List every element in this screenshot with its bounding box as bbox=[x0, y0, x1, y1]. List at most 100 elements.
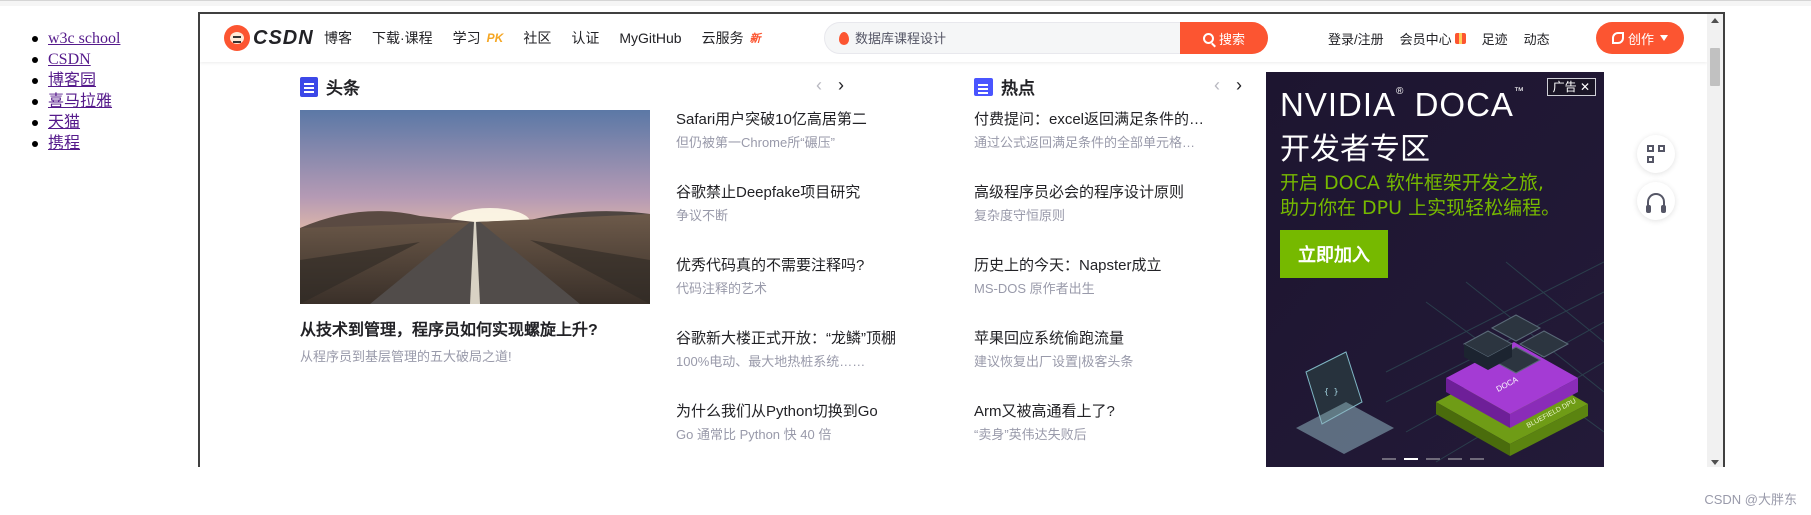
hot-item-subtitle: 建议恢复出厂设置|极客头条 bbox=[974, 354, 1134, 369]
hot-item-subtitle: “卖身”英伟达失败后 bbox=[974, 427, 1087, 442]
link-cnblogs[interactable]: 博客园 bbox=[48, 72, 96, 89]
csdn-toolbar: CSDN 博客 下载·课程 学习 PK 社区 认证 MyGitHub 云服务新 搜… bbox=[200, 14, 1707, 62]
ad-label[interactable]: 广告 ✕ bbox=[1546, 78, 1596, 96]
hero-title[interactable]: 从技术到管理，程序员如何实现螺旋上升? bbox=[300, 316, 598, 340]
main-nav: 博客 下载·课程 学习 PK 社区 认证 MyGitHub 云服务新 bbox=[324, 14, 781, 62]
link-csdn[interactable]: CSDN bbox=[48, 51, 91, 68]
link-w3c-school[interactable]: w3c school bbox=[48, 30, 120, 47]
hot-item[interactable]: Arm又被高通看上了? “卖身”英伟达失败后 bbox=[974, 402, 1222, 443]
headset-icon bbox=[1646, 193, 1666, 213]
hot-item[interactable]: 高级程序员必会的程序设计原则 复杂度守恒原则 bbox=[974, 183, 1222, 224]
nav-item-download-course[interactable]: 下载·课程 bbox=[372, 28, 433, 48]
nav-item-cloud[interactable]: 云服务新 bbox=[702, 28, 761, 48]
headline-item-subtitle: 代码注释的艺术 bbox=[676, 281, 768, 296]
outer-list-item: w3c school bbox=[30, 28, 120, 49]
qrcode-button[interactable] bbox=[1637, 135, 1675, 173]
chevron-left-icon[interactable]: ‹ bbox=[1206, 76, 1228, 94]
hot-item-title: Arm又被高通看上了? bbox=[974, 403, 1115, 420]
link-ctrip[interactable]: 携程 bbox=[48, 135, 80, 152]
carousel-dot[interactable] bbox=[1426, 458, 1440, 460]
chevron-left-icon[interactable]: ‹ bbox=[808, 76, 830, 94]
nav-item-community[interactable]: 社区 bbox=[523, 28, 551, 48]
hot-item[interactable]: 苹果回应系统偷跑流量 建议恢复出厂设置|极客头条 bbox=[974, 329, 1222, 370]
chevron-right-icon[interactable]: › bbox=[1228, 76, 1250, 94]
headline-item-subtitle: 100%电动、最大地热桩系统…… bbox=[676, 354, 866, 369]
carousel-dot[interactable] bbox=[1448, 458, 1462, 460]
csdn-logo[interactable]: CSDN bbox=[224, 25, 314, 51]
vertical-scrollbar[interactable] bbox=[1707, 14, 1723, 467]
vip-center-link[interactable]: 会员中心 bbox=[1400, 29, 1466, 48]
headline-item-subtitle: 但仍被第一Chrome所“碾压” bbox=[676, 135, 835, 150]
search-icon bbox=[1202, 32, 1214, 44]
nav-item-certification[interactable]: 认证 bbox=[571, 28, 599, 48]
chevron-right-icon[interactable]: › bbox=[830, 76, 852, 94]
link-ximalaya[interactable]: 喜马拉雅 bbox=[48, 93, 112, 110]
ad-zone-title: 开发者专区 bbox=[1280, 132, 1430, 167]
headline-item-subtitle: 争议不断 bbox=[676, 208, 729, 223]
gift-icon bbox=[1454, 32, 1466, 44]
ad-product-name: DOCA bbox=[1414, 86, 1514, 123]
scroll-up-icon[interactable] bbox=[1711, 18, 1719, 23]
search-input[interactable] bbox=[855, 23, 1175, 53]
hero-image-road[interactable] bbox=[300, 110, 650, 304]
login-register-label: 登录/注册 bbox=[1328, 31, 1384, 47]
hot-item-subtitle: 通过公式返回满足条件的全部单元格… bbox=[974, 135, 1196, 150]
headline-item[interactable]: 为什么我们从Python切换到Go Go 通常比 Python 快 40 倍 bbox=[676, 402, 936, 443]
ad-brand-mark: ® bbox=[1396, 86, 1405, 97]
outer-list-item: 博客园 bbox=[30, 70, 120, 91]
nav-item-label: 博客 bbox=[324, 30, 352, 46]
ad-tagline-2: 助力你在 DPU 上实现轻松编程。 bbox=[1280, 197, 1561, 219]
activity-label: 动态 bbox=[1523, 31, 1550, 47]
search-button[interactable]: 搜索 bbox=[1180, 22, 1268, 54]
login-register-link[interactable]: 登录/注册 bbox=[1328, 29, 1384, 48]
ad-brand-name: NVIDIA bbox=[1280, 86, 1397, 123]
svg-text:{ }: { } bbox=[1324, 387, 1338, 396]
nav-item-mygithub[interactable]: MyGitHub bbox=[619, 30, 681, 46]
headline-pager: ‹ › bbox=[808, 76, 852, 94]
hot-item[interactable]: 付费提问：excel返回满足条件的… 通过公式返回满足条件的全部单元格… bbox=[974, 110, 1222, 151]
ad-carousel-dots bbox=[1382, 458, 1492, 460]
customer-service-button[interactable] bbox=[1637, 182, 1675, 220]
carousel-dot[interactable] bbox=[1382, 458, 1396, 460]
nvidia-doca-ad[interactable]: DOCA BLUEFIELD DPU { } 广告 ✕ NVIDIA® DOCA… bbox=[1266, 72, 1604, 467]
headline-item-title: Safari用户突破10亿高居第二 bbox=[676, 111, 867, 128]
scroll-down-icon[interactable] bbox=[1711, 460, 1719, 465]
nav-item-label: 社区 bbox=[523, 30, 552, 46]
activity-link[interactable]: 动态 bbox=[1524, 29, 1550, 48]
outer-list-item: 携程 bbox=[30, 133, 120, 154]
hot-item-title: 付费提问：excel返回满足条件的… bbox=[974, 111, 1205, 128]
logo-text: CSDN bbox=[253, 26, 314, 49]
headline-item-subtitle: Go 通常比 Python 快 40 倍 bbox=[676, 427, 832, 442]
hot-item-title: 苹果回应系统偷跑流量 bbox=[974, 330, 1125, 347]
ad-join-button[interactable]: 立即加入 bbox=[1280, 230, 1388, 278]
monkey-logo-icon bbox=[224, 25, 250, 51]
link-tmall[interactable]: 天猫 bbox=[48, 114, 80, 131]
chevron-down-icon bbox=[1660, 35, 1668, 41]
headline-item-title: 优秀代码真的不需要注释吗? bbox=[676, 257, 865, 274]
headline-item[interactable]: 优秀代码真的不需要注释吗? 代码注释的艺术 bbox=[676, 256, 936, 297]
headline-item[interactable]: 谷歌新大楼正式开放：“龙鳞”顶棚 100%电动、最大地热桩系统…… bbox=[676, 329, 936, 370]
hot-item-subtitle: MS-DOS 原作者出生 bbox=[974, 281, 1095, 296]
headline-item-title: 谷歌禁止Deepfake项目研究 bbox=[676, 184, 861, 201]
nav-item-label: 云服务 bbox=[701, 30, 744, 46]
headline-title-text: 头条 bbox=[326, 79, 360, 98]
hot-item[interactable]: 历史上的今天：Napster成立 MS-DOS 原作者出生 bbox=[974, 256, 1222, 297]
nav-item-label: 认证 bbox=[571, 30, 600, 46]
hero-subtitle: 从程序员到基层管理的五大破局之道! bbox=[300, 349, 512, 364]
headline-item[interactable]: 谷歌禁止Deepfake项目研究 争议不断 bbox=[676, 183, 936, 224]
scrollbar-thumb[interactable] bbox=[1710, 48, 1720, 86]
nav-item-learn[interactable]: 学习 PK bbox=[453, 28, 504, 48]
embedded-csdn-frame: CSDN 博客 下载·课程 学习 PK 社区 认证 MyGitHub 云服务新 搜… bbox=[198, 12, 1725, 467]
outer-list-item: CSDN bbox=[30, 49, 120, 70]
fire-icon bbox=[839, 32, 849, 45]
nav-item-blog[interactable]: 博客 bbox=[324, 28, 352, 48]
headline-section-title: 头条 bbox=[300, 74, 360, 99]
footprint-link[interactable]: 足迹 bbox=[1482, 29, 1508, 48]
headline-item[interactable]: Safari用户突破10亿高居第二 但仍被第一Chrome所“碾压” bbox=[676, 110, 936, 151]
ad-product-mark: ™ bbox=[1513, 86, 1525, 97]
create-button[interactable]: 创作 bbox=[1596, 22, 1684, 54]
carousel-dot-active[interactable] bbox=[1404, 458, 1418, 460]
carousel-dot[interactable] bbox=[1470, 458, 1484, 460]
hot-item-title: 高级程序员必会的程序设计原则 bbox=[974, 184, 1185, 201]
csdn-page: CSDN 博客 下载·课程 学习 PK 社区 认证 MyGitHub 云服务新 搜… bbox=[200, 14, 1723, 467]
